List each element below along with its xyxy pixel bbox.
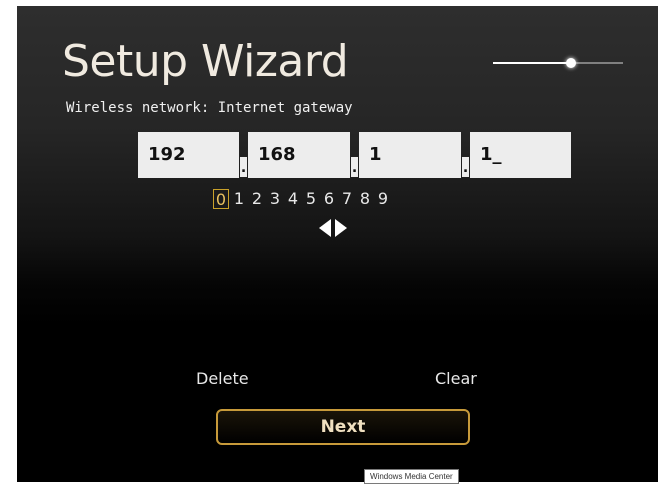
ip-octet-2-field[interactable]: 168 — [248, 132, 350, 178]
digit-3[interactable]: 3 — [267, 189, 283, 209]
page-subtitle: Wireless network: Internet gateway — [66, 100, 353, 116]
digit-0[interactable]: 0 — [213, 189, 229, 209]
tooltip: Windows Media Center — [364, 469, 459, 484]
ip-octet-3-field[interactable]: 1 — [359, 132, 461, 178]
ip-separator-3: . — [462, 157, 469, 177]
triangle-left-icon[interactable] — [319, 219, 331, 237]
ip-separator-1: . — [240, 157, 247, 177]
digit-2[interactable]: 2 — [249, 189, 265, 209]
digit-4[interactable]: 4 — [285, 189, 301, 209]
triangle-right-icon[interactable] — [335, 219, 347, 237]
progress-knob — [566, 58, 576, 68]
page-title: Setup Wizard — [62, 36, 349, 87]
digit-7[interactable]: 7 — [339, 189, 355, 209]
digit-8[interactable]: 8 — [357, 189, 373, 209]
ip-octet-1-field[interactable]: 192 — [138, 132, 239, 178]
ip-separator-2: . — [351, 157, 358, 177]
digit-5[interactable]: 5 — [303, 189, 319, 209]
clear-button[interactable]: Clear — [435, 369, 477, 388]
media-center-window: Setup Wizard Wireless network: Internet … — [17, 6, 658, 482]
progress-fill — [493, 62, 571, 64]
digit-1[interactable]: 1 — [231, 189, 247, 209]
ip-octet-4-field[interactable]: 1_ — [470, 132, 571, 178]
delete-button[interactable]: Delete — [196, 369, 249, 388]
digit-9[interactable]: 9 — [375, 189, 391, 209]
digit-6[interactable]: 6 — [321, 189, 337, 209]
next-button[interactable]: Next — [216, 409, 470, 445]
